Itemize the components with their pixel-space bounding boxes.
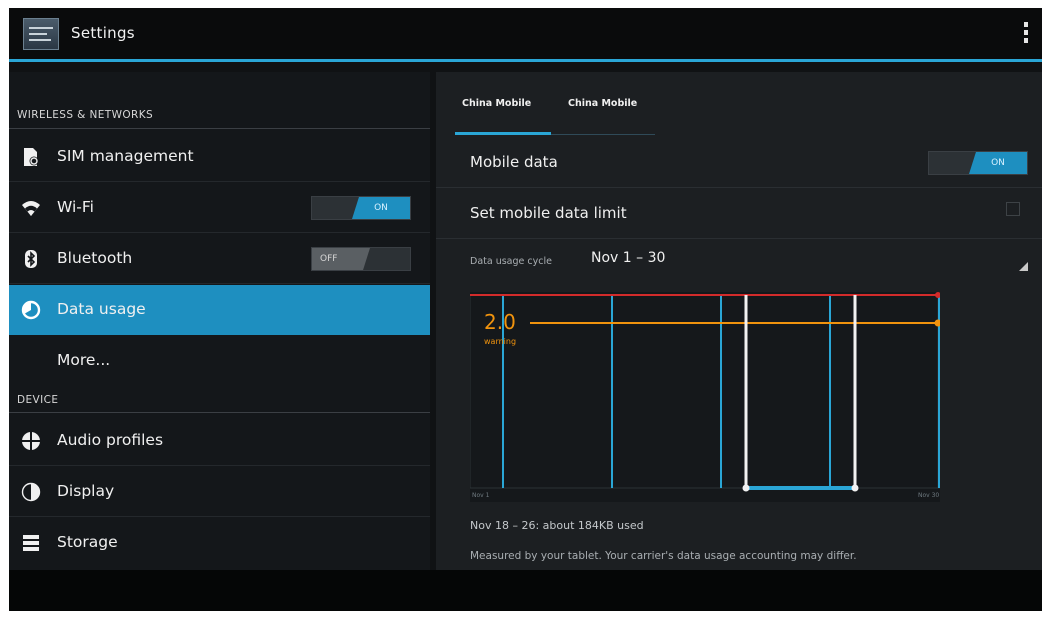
settings-app-icon[interactable] (23, 18, 59, 50)
mobile-data-row[interactable]: Mobile data ON (436, 138, 1042, 188)
wifi-toggle[interactable]: ON (311, 196, 411, 220)
sidebar-item-sim-management[interactable]: SIM management (9, 132, 430, 182)
usage-summary: Nov 18 – 26: about 184KB used (470, 519, 644, 532)
tab-china-mobile-1[interactable]: China Mobile (462, 98, 531, 109)
section-header-device: DEVICE (17, 394, 59, 406)
sidebar-item-label: More... (57, 351, 111, 369)
x-axis-end-label: Nov 30 (918, 492, 939, 499)
sidebar-item-label: Bluetooth (57, 249, 133, 267)
toggle-off-label: OFF (312, 248, 370, 270)
tab-china-mobile-2[interactable]: China Mobile (568, 98, 637, 109)
span-end-handle[interactable] (851, 484, 859, 492)
wifi-icon (22, 201, 40, 216)
sidebar-item-wifi[interactable]: Wi-Fi ON (9, 183, 430, 233)
data-usage-cycle-label: Data usage cycle (470, 256, 552, 267)
action-bar: Settings (9, 8, 1042, 62)
sidebar-item-display[interactable]: Display (9, 467, 430, 517)
measurement-note: Measured by your tablet. Your carrier's … (470, 550, 857, 562)
overflow-menu-icon[interactable] (1022, 22, 1030, 48)
data-limit-checkbox[interactable] (1006, 202, 1020, 216)
sidebar-item-label: Data usage (57, 300, 146, 318)
warning-label: warning (484, 337, 516, 346)
audio-profiles-icon (21, 431, 41, 451)
app-title: Settings (71, 24, 135, 42)
cycle-dropdown-icon[interactable] (1019, 262, 1028, 271)
display-icon (21, 482, 41, 502)
sidebar-item-label: Display (57, 482, 115, 500)
data-usage-cycle-value[interactable]: Nov 1 – 30 (591, 250, 665, 266)
sidebar-item-label: SIM management (57, 147, 194, 165)
x-axis-start-label: Nov 1 (472, 492, 490, 499)
sidebar-item-label: Audio profiles (57, 431, 164, 449)
bluetooth-icon (25, 250, 37, 268)
sidebar-item-bluetooth[interactable]: Bluetooth OFF (9, 234, 430, 284)
sidebar-item-audio-profiles[interactable]: Audio profiles (9, 416, 430, 466)
bluetooth-toggle[interactable]: OFF (311, 247, 411, 271)
divider (9, 128, 430, 129)
sim-card-icon (24, 148, 39, 166)
toggle-on-label: ON (352, 197, 410, 219)
sidebar-item-data-usage[interactable]: Data usage (9, 285, 430, 335)
mobile-data-toggle[interactable]: ON (928, 151, 1028, 175)
data-usage-icon (21, 300, 41, 320)
active-tab-indicator (455, 132, 551, 135)
divider (9, 412, 430, 413)
sidebar-item-label: Storage (57, 533, 118, 551)
data-usage-panel: China Mobile China Mobile Mobile data ON… (436, 72, 1042, 570)
storage-icon (23, 535, 39, 551)
span-start-handle[interactable] (742, 484, 750, 492)
action-bar-divider (9, 59, 1042, 62)
set-data-limit-label: Set mobile data limit (470, 204, 627, 222)
warning-value: 2.0 (484, 310, 516, 334)
sidebar-item-storage[interactable]: Storage (9, 518, 430, 568)
mobile-data-label: Mobile data (470, 153, 558, 171)
set-data-limit-row[interactable]: Set mobile data limit (436, 189, 1042, 239)
tablet-screen: Settings WIRELESS & NETWORKS SIM managem… (9, 8, 1042, 611)
toggle-on-label: ON (969, 152, 1027, 174)
sidebar-item-label: Wi-Fi (57, 198, 94, 216)
system-bar (9, 570, 1042, 611)
sidebar-item-more[interactable]: More... (9, 336, 430, 386)
data-usage-chart[interactable]: 2.0 warning Nov 1 Nov 30 (470, 292, 940, 502)
settings-list: WIRELESS & NETWORKS SIM management Wi-Fi… (9, 72, 430, 570)
section-header-wireless: WIRELESS & NETWORKS (17, 109, 154, 121)
